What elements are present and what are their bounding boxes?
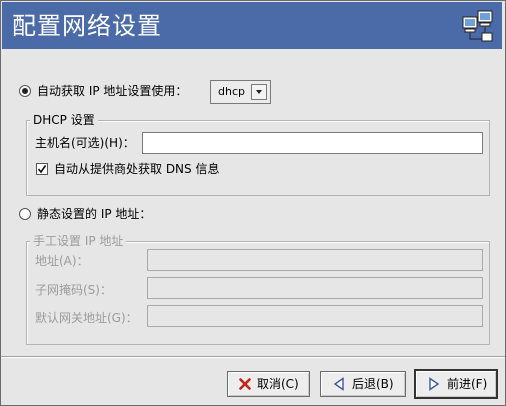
network-computers-icon — [462, 10, 493, 42]
title-bar: 配置网络设置 — [2, 2, 502, 49]
hostname-label: 主机名(可选)(H)： — [35, 136, 135, 150]
auto-ip-label: 自动获取 IP 地址设置使用： — [37, 84, 188, 98]
netmask-input[interactable] — [147, 277, 483, 299]
back-arrow-icon — [333, 377, 344, 391]
gateway-label: 默认网关地址(G)： — [35, 311, 138, 325]
auto-ip-radio[interactable] — [19, 85, 31, 97]
forward-button[interactable]: 前进(F) — [414, 369, 498, 399]
dns-checkbox[interactable] — [36, 163, 48, 175]
back-button-label: 后退(B) — [352, 377, 394, 391]
hostname-input[interactable] — [142, 132, 483, 154]
checkmark-icon — [37, 165, 47, 174]
address-label: 地址(A)： — [35, 254, 89, 268]
dropdown-arrow-icon[interactable] — [251, 84, 267, 100]
button-separator — [1, 356, 505, 358]
gateway-input[interactable] — [147, 305, 483, 327]
address-input[interactable] — [147, 249, 483, 271]
back-button[interactable]: 后退(B) — [320, 371, 406, 397]
forward-button-label: 前进(F) — [447, 377, 488, 391]
static-ip-radio[interactable] — [19, 208, 31, 220]
forward-arrow-icon — [429, 377, 440, 391]
ip-method-select[interactable]: dhcp — [210, 80, 271, 104]
static-ip-label: 静态设置的 IP 地址： — [37, 207, 152, 221]
cancel-button-label: 取消(C) — [257, 377, 299, 391]
cancel-button[interactable]: 取消(C) — [227, 371, 310, 397]
dns-checkbox-label: 自动从提供商处获取 DNS 信息 — [54, 162, 220, 176]
manual-group-title: 手工设置 IP 地址 — [30, 234, 127, 248]
cancel-x-icon — [239, 378, 251, 390]
network-config-window: 配置网络设置 自动获取 IP 地址设置使用： dhcp DHCP 设置 主机名(… — [0, 0, 506, 406]
dhcp-group-title: DHCP 设置 — [30, 113, 98, 127]
netmask-label: 子网掩码(S)： — [35, 283, 112, 297]
ip-method-value: dhcp — [218, 85, 245, 98]
window-title: 配置网络设置 — [12, 12, 162, 40]
